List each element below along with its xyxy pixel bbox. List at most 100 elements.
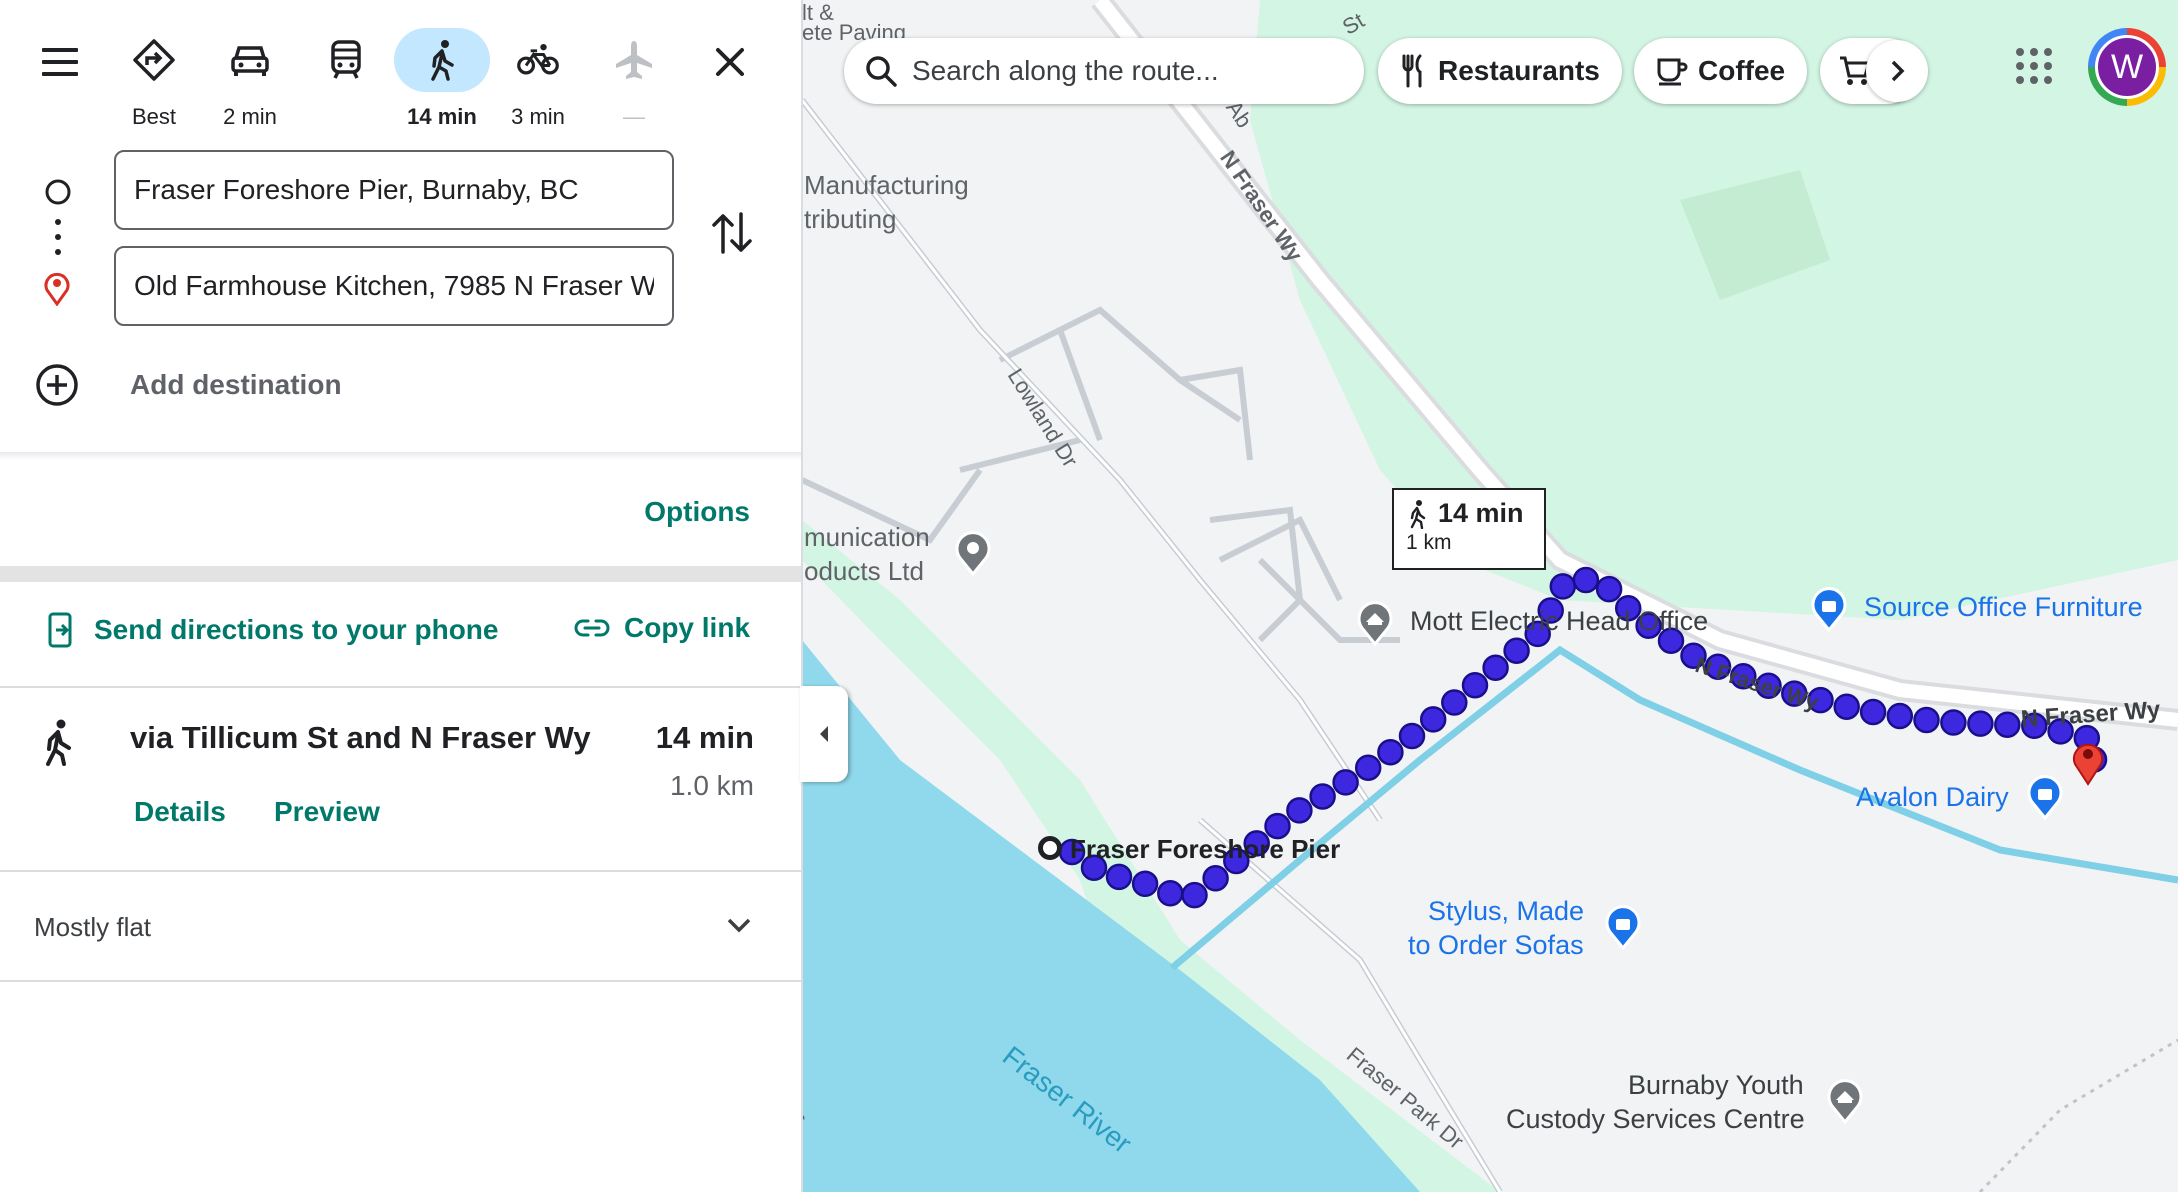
route-dot <box>1859 698 1887 726</box>
add-destination-button[interactable]: Add destination <box>34 362 342 408</box>
shopping-pin-icon[interactable] <box>1602 902 1644 955</box>
route-dot <box>1286 797 1313 824</box>
search-icon <box>866 56 897 87</box>
walk-icon <box>1410 499 1426 529</box>
shopping-pin-icon[interactable] <box>2024 772 2066 825</box>
chip-coffee-label: Coffee <box>1698 55 1786 86</box>
copy-link-button[interactable]: Copy link <box>574 612 750 644</box>
map-label-source-office[interactable]: Source Office Furniture <box>1864 592 2143 623</box>
close-directions-button[interactable] <box>708 40 752 84</box>
details-button[interactable]: Details <box>134 796 226 828</box>
mode-drive-label: 2 min <box>223 104 277 129</box>
mode-walk[interactable]: 14 min <box>394 28 490 129</box>
mode-best-label: Best <box>131 104 177 129</box>
send-to-phone-icon <box>48 612 72 648</box>
route-dot <box>1105 863 1133 891</box>
route-time-callout[interactable]: 14 min 1 km <box>1392 488 1546 570</box>
route-dot <box>1503 637 1530 664</box>
google-apps-button[interactable] <box>2012 44 2056 88</box>
add-circle-icon <box>36 364 78 406</box>
route-dots-icon <box>54 218 62 261</box>
map-label-youth-1[interactable]: Burnaby Youth <box>1628 1070 1804 1101</box>
route-dot <box>1572 566 1600 594</box>
destination-input[interactable] <box>134 270 654 302</box>
building-pin-icon[interactable] <box>1354 598 1396 651</box>
destination-pin-icon[interactable] <box>2070 736 2106 791</box>
mode-best[interactable]: Best <box>106 28 202 129</box>
origin-circle-icon <box>44 178 72 211</box>
chevron-right-icon <box>1891 60 1905 82</box>
map-label-pier[interactable]: Fraser Foreshore Pier <box>1070 834 1340 865</box>
route-dot <box>1332 769 1359 796</box>
train-icon <box>331 40 361 79</box>
route-option-card[interactable]: via Tillicum St and N Fraser Wy 14 min 1… <box>0 688 802 870</box>
car-icon <box>231 46 269 76</box>
add-destination-label: Add destination <box>130 369 342 400</box>
route-dot <box>1131 870 1159 898</box>
origin-marker-icon[interactable] <box>1038 836 1062 860</box>
route-dot <box>1886 702 1914 730</box>
coffee-icon <box>1657 58 1688 86</box>
mode-bike[interactable]: 3 min <box>490 28 586 129</box>
walk-icon <box>38 718 78 773</box>
send-directions-button[interactable]: Send directions to your phone <box>46 612 498 648</box>
route-dot <box>1419 706 1447 733</box>
mode-flight[interactable]: — <box>586 28 682 129</box>
section-divider <box>0 566 802 582</box>
avatar-letter: W <box>2095 35 2159 99</box>
apps-grid-icon <box>2016 48 2052 84</box>
divider-shadow <box>0 452 802 460</box>
route-dot <box>1309 783 1336 810</box>
shopping-pin-icon[interactable] <box>1808 584 1850 637</box>
chip-coffee[interactable]: Coffee <box>1634 38 1808 104</box>
route-search-box[interactable] <box>844 38 1364 104</box>
map-label-communication-1: munication <box>804 522 930 552</box>
chevron-down-icon <box>724 910 754 945</box>
building-pin-icon[interactable] <box>1824 1076 1866 1129</box>
route-dot <box>1833 693 1860 720</box>
swap-vertical-icon <box>712 212 752 254</box>
mode-flight-label: — <box>623 104 645 129</box>
terrain-label: Mostly flat <box>34 912 152 942</box>
mode-walk-label: 14 min <box>407 104 477 129</box>
origin-field[interactable] <box>114 150 674 230</box>
map-label-stylus-2[interactable]: to Order Sofas <box>1408 930 1584 961</box>
bicycle-icon <box>517 43 559 75</box>
route-search-input[interactable] <box>912 55 1312 87</box>
map-label-manufacturing-1: Manufacturing <box>804 170 969 200</box>
copy-link-label: Copy link <box>624 612 751 643</box>
directions-diamond-icon <box>133 39 175 81</box>
walk-icon <box>431 40 454 81</box>
route-dot <box>1994 711 2021 738</box>
destination-pin-small-icon <box>42 270 72 311</box>
account-avatar[interactable]: W <box>2088 28 2166 106</box>
map-label-mott-electric[interactable]: Mott Electric Head Office <box>1410 606 1708 637</box>
menu-button[interactable] <box>38 40 82 84</box>
mode-drive[interactable]: 2 min <box>202 28 298 129</box>
caret-left-icon <box>820 726 828 742</box>
map-label-communication-2: oducts Ltd <box>804 556 924 586</box>
origin-input[interactable] <box>134 174 654 206</box>
route-dot <box>1398 722 1426 750</box>
map-label-avalon-dairy[interactable]: Avalon Dairy <box>1856 782 2009 813</box>
collapse-panel-button[interactable] <box>800 686 848 782</box>
route-dot <box>1202 865 1229 892</box>
map-label-stylus-1[interactable]: Stylus, Made <box>1428 896 1584 927</box>
directions-panel: Best 2 min 14 min 3 min — Fraser Foresho… <box>0 0 802 1192</box>
route-dot <box>1967 710 1994 737</box>
preview-button[interactable]: Preview <box>274 796 380 828</box>
route-time: 14 min <box>655 720 754 755</box>
options-button[interactable]: Options <box>644 496 750 528</box>
chip-restaurants[interactable]: Restaurants <box>1378 38 1622 104</box>
route-distance: 1.0 km <box>669 770 754 801</box>
route-dot <box>1181 881 1208 909</box>
place-pin-icon[interactable] <box>952 528 994 581</box>
swap-locations-button[interactable] <box>710 208 754 258</box>
destination-field[interactable] <box>114 246 674 326</box>
route-title: via Tillicum St and N Fraser Wy <box>130 720 591 755</box>
map-label-youth-2[interactable]: Custody Services Centre <box>1506 1104 1805 1135</box>
mode-transit[interactable] <box>298 28 394 128</box>
map-label-manufacturing-2: tributing <box>804 204 897 234</box>
terrain-row[interactable]: Mostly flat <box>0 870 802 982</box>
chips-next-button[interactable] <box>1866 40 1928 102</box>
